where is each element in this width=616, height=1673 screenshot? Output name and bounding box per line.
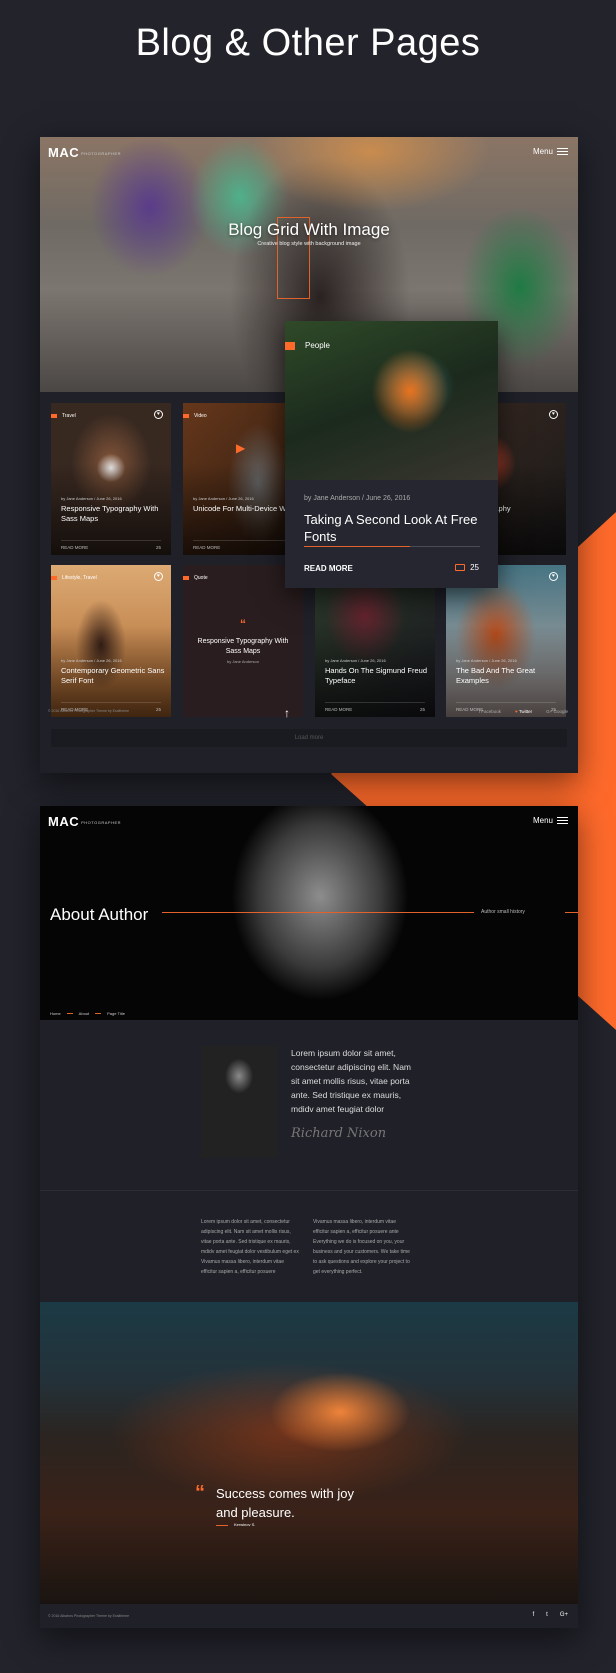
author-intro: Lorem ipsum dolor sit amet, consectetur … <box>291 1048 412 1114</box>
author-photo <box>201 1046 277 1158</box>
facebook-link[interactable]: f Facebook <box>479 709 501 714</box>
read-more-link[interactable]: READ MORE <box>325 707 352 712</box>
logo-text: MAC <box>48 145 80 160</box>
category-tag[interactable]: Lifestyle, Travel <box>51 575 97 581</box>
category-tag[interactable]: Video <box>183 413 207 419</box>
read-more-link[interactable]: READ MORE <box>193 545 220 550</box>
menu-label: Menu <box>532 816 553 825</box>
breadcrumb-current: Page Title <box>107 1011 125 1016</box>
blog-card[interactable]: Lifestyle, Travel ♥ by Jane Anderson / Ju… <box>51 565 171 717</box>
blog-card[interactable]: Travel ♥ by Jane Anderson / June 26, 2016… <box>51 403 171 555</box>
quote-text: Success comes with joy and pleasure. <box>216 1486 354 1520</box>
logo[interactable]: MACPHOTOGRAPHER <box>48 814 121 829</box>
text-column-2: Vivamus massa libero, interdum vitae eff… <box>313 1219 410 1275</box>
breadcrumb-home[interactable]: Home <box>50 1011 61 1016</box>
logo-text: MAC <box>48 814 80 829</box>
hamburger-icon <box>557 148 568 155</box>
twitter-link[interactable]: ♥ Twitter <box>515 709 532 714</box>
logo[interactable]: MACPHOTOGRAPHER <box>48 145 121 160</box>
heart-icon[interactable]: ♥ <box>154 410 163 419</box>
blog-grid-preview: MACPHOTOGRAPHER Menu Blog Grid With Imag… <box>40 137 578 773</box>
divider <box>40 1190 578 1191</box>
heart-icon[interactable]: ♥ <box>549 572 558 581</box>
quote-icon: “ <box>195 1482 205 1504</box>
comment-count: 25 <box>155 545 161 550</box>
author-signature: Richard Nixon <box>291 1126 387 1141</box>
google-plus-icon[interactable]: G+ <box>560 1612 568 1618</box>
breadcrumb-about[interactable]: About <box>79 1011 89 1016</box>
footer-copyright: © 2016 Albatros Photographer Theme by Ex… <box>48 709 130 713</box>
scroll-top-arrow-icon[interactable]: ↑ <box>284 706 290 720</box>
menu-button[interactable]: Menu <box>533 147 568 156</box>
facebook-icon[interactable]: f <box>532 1612 534 1618</box>
logo-tagline: PHOTOGRAPHER <box>81 151 120 156</box>
card-title[interactable]: Unicode For Multi-Device Work <box>193 504 298 514</box>
comment-count: 25 <box>419 707 425 712</box>
hero-subtitle: Creative blog style with background imag… <box>257 241 361 247</box>
comment-count: 25 <box>455 563 479 572</box>
card-meta: by Jane Anderson / June 26, 2016 <box>193 496 254 501</box>
card-meta: by Jane Anderson / June 26, 2016 <box>304 495 411 502</box>
comment-icon <box>455 564 466 571</box>
card-title[interactable]: Responsive Typography With Sass Maps <box>61 504 166 524</box>
featured-card[interactable]: People by Jane Anderson / June 26, 2016 … <box>285 321 498 588</box>
hamburger-icon <box>557 817 568 824</box>
card-meta: by Jane Anderson / June 26, 2016 <box>61 496 122 501</box>
card-title[interactable]: Hands On The Sigmund Freud Typeface <box>325 666 430 686</box>
heart-icon[interactable]: ♥ <box>549 410 558 419</box>
category-tag[interactable]: Travel <box>51 413 76 419</box>
quote-background-image: “ Success comes with joy and pleasure. K… <box>40 1302 578 1604</box>
google-link[interactable]: G+ Google <box>546 709 568 714</box>
hero-title: Blog Grid With Image <box>228 220 390 239</box>
menu-label: Menu <box>532 147 553 156</box>
footer-copyright: © 2016 Albatros Photographer Theme by Ex… <box>48 1614 130 1618</box>
card-title[interactable]: The Bad And The Great Examples <box>456 666 561 686</box>
read-more-link[interactable]: READ MORE <box>304 564 353 573</box>
social-links: f Facebook ♥ Twitter G+ Google <box>479 709 568 714</box>
heart-icon[interactable]: ♥ <box>154 572 163 581</box>
twitter-icon[interactable]: t <box>546 1612 548 1618</box>
social-links: f t G+ <box>532 1612 568 1618</box>
menu-button[interactable]: Menu <box>533 816 568 825</box>
card-meta: by Jane Anderson / June 26, 2016 <box>325 658 386 663</box>
breadcrumb: Home About Page Title <box>50 1011 125 1016</box>
load-more-button[interactable]: Load more <box>51 729 567 747</box>
category-tag[interactable]: Quote <box>183 575 208 581</box>
about-title: About Author <box>50 905 149 924</box>
page-title: Blog & Other Pages <box>135 22 481 64</box>
card-meta: by Jane Anderson <box>226 659 260 664</box>
card-title[interactable]: Contemporary Geometric Sans Serif Font <box>61 666 166 686</box>
about-subtitle: Author small history <box>481 909 525 915</box>
accent-line <box>565 912 578 913</box>
card-meta: by Jane Anderson / June 26, 2016 <box>61 658 122 663</box>
text-column-1: Lorem ipsum dolor sit amet, consectetur … <box>201 1219 299 1275</box>
accent-line <box>162 912 474 913</box>
progress-line <box>304 546 480 547</box>
logo-tagline: PHOTOGRAPHER <box>81 820 120 825</box>
card-title[interactable]: Responsive Typography With Sass Maps <box>193 637 293 657</box>
quote-icon: “ <box>240 617 246 631</box>
card-meta: by Jane Anderson / June 26, 2016 <box>456 658 517 663</box>
read-more-link[interactable]: READ MORE <box>61 545 88 550</box>
comment-count: 25 <box>155 707 161 712</box>
about-author-preview: MACPHOTOGRAPHER Menu About Author Author… <box>40 806 578 1628</box>
card-title[interactable]: Taking A Second Look At Free Fonts <box>304 511 489 545</box>
play-icon[interactable]: ▶ <box>236 441 245 455</box>
accent-line <box>216 1525 228 1526</box>
category-tag[interactable]: People <box>285 341 330 350</box>
quote-author: Kerwinov S. <box>234 1522 256 1527</box>
